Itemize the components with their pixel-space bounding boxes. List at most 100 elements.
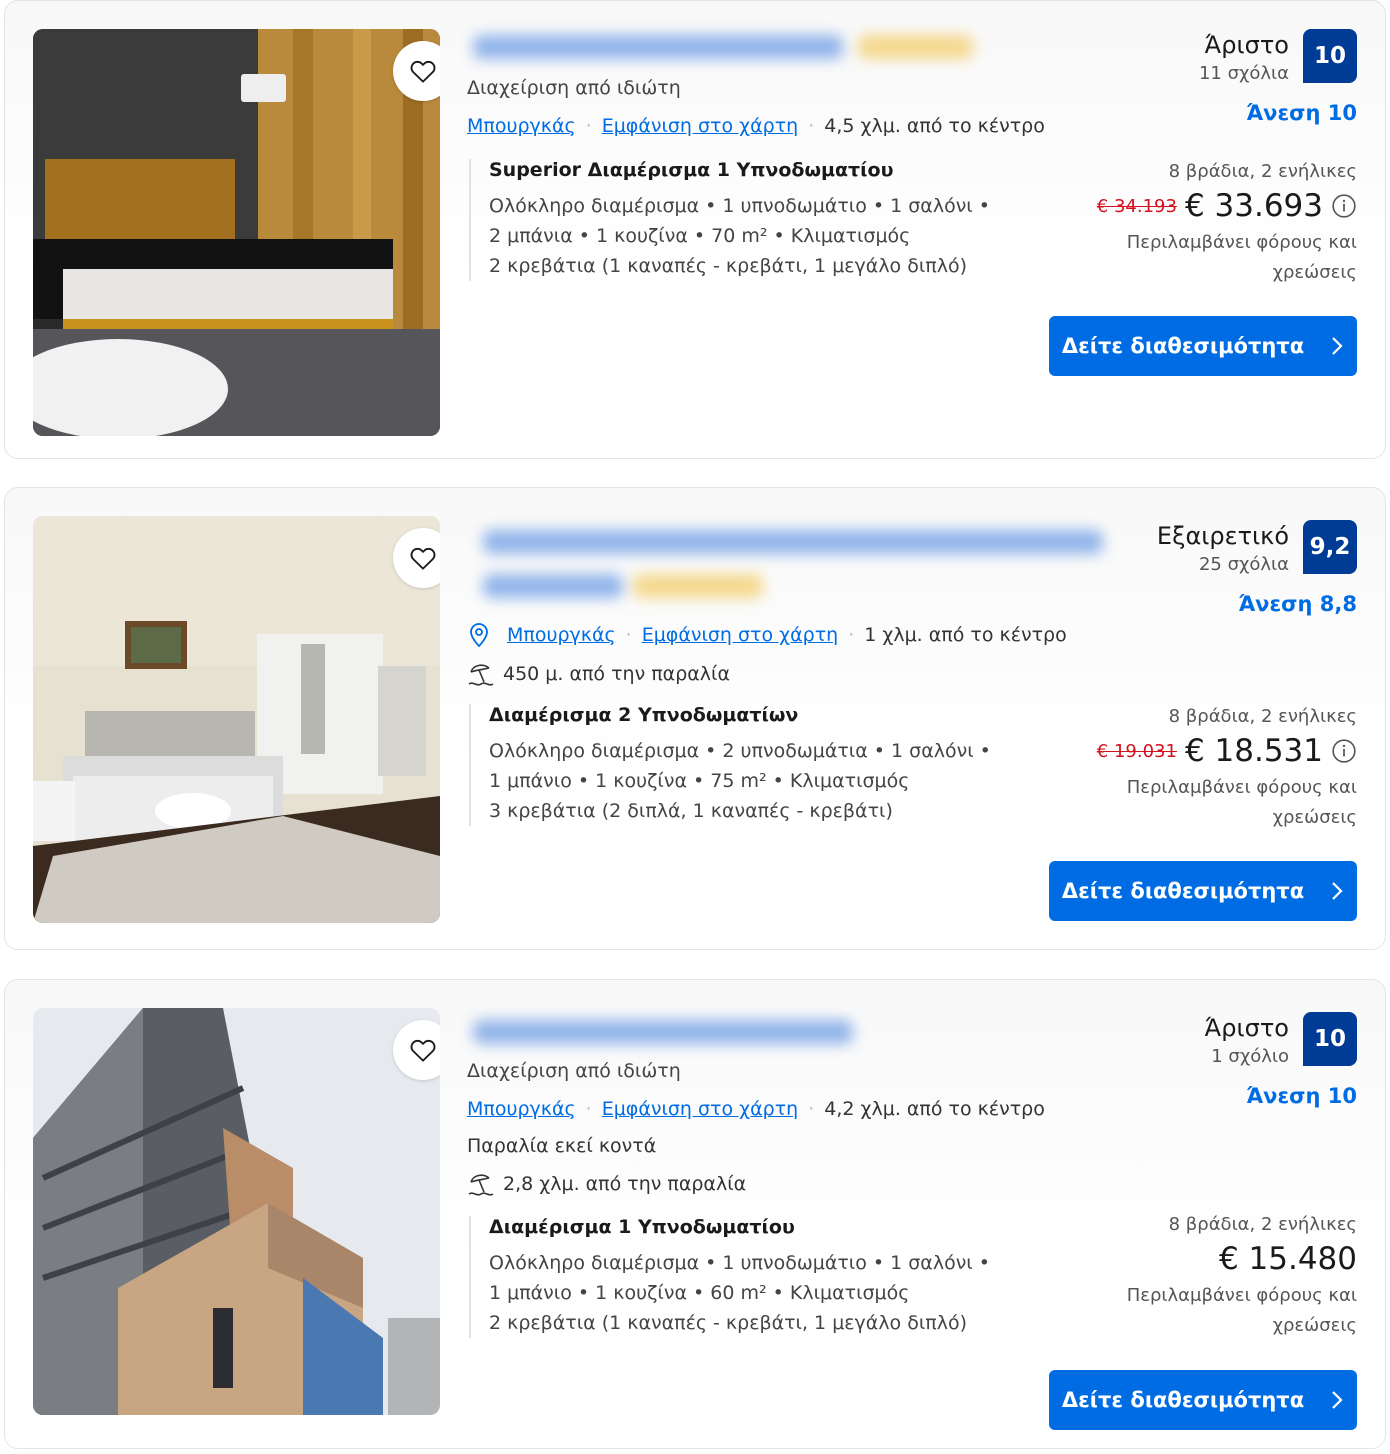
comfort-score: Άνεση 10 [1246, 1084, 1357, 1108]
distance-from-center: 1 χλμ. από το κέντρο [864, 624, 1067, 646]
taxes-note: Περιλαμβάνει φόρους και [1126, 777, 1357, 798]
show-on-map-link[interactable]: Εμφάνιση στο χάρτη [642, 624, 839, 646]
room-beds: 2 κρεβάτια (1 καναπές - κρεβάτι, 1 μεγάλ… [489, 255, 967, 277]
stay-length: 8 βράδια, 2 ενήλικες [1168, 706, 1357, 727]
room-name: Διαμέρισμα 2 Υπνοδωματίων [489, 704, 799, 726]
separator: · [848, 624, 855, 646]
rating-word: Άριστο [1204, 1014, 1289, 1042]
property-card[interactable]: Μπουργκάς · Εμφάνιση στο χάρτη · 1 χλμ. … [4, 487, 1386, 950]
stay-length: 8 βράδια, 2 ενήλικες [1168, 1214, 1357, 1235]
review-score[interactable]: Εξαιρετικό 25 σχόλια 9,2 Άνεση 8,8 [1057, 520, 1357, 620]
rating-word: Άριστο [1204, 31, 1289, 59]
see-availability-label: Δείτε διαθεσιμότητα [1061, 879, 1305, 903]
review-count: 11 σχόλια [1198, 63, 1289, 84]
property-photo[interactable] [33, 29, 440, 436]
taxes-note: χρεώσεις [1272, 807, 1357, 828]
see-availability-label: Δείτε διαθεσιμότητα [1061, 334, 1305, 358]
room-description: 2 μπάνια • 1 κουζίνα • 70 m² • Κλιματισμ… [489, 225, 911, 247]
review-count: 1 σχόλιο [1211, 1046, 1289, 1067]
see-availability-button[interactable]: Δείτε διαθεσιμότητα [1049, 1370, 1357, 1430]
taxes-note: χρεώσεις [1272, 1315, 1357, 1336]
rating-word: Εξαιρετικό [1156, 522, 1289, 550]
see-availability-button[interactable]: Δείτε διαθεσιμότητα [1049, 861, 1357, 921]
separator: · [808, 1098, 815, 1120]
room-description: 1 μπάνιο • 1 κουζίνα • 60 m² • Κλιματισμ… [489, 1282, 910, 1304]
review-count: 25 σχόλια [1198, 554, 1289, 575]
property-photo[interactable] [33, 1008, 440, 1415]
room-description: Ολόκληρο διαμέρισμα • 2 υπνοδωμάτια • 1 … [489, 740, 991, 762]
heart-icon [410, 548, 436, 570]
score-badge: 9,2 [1303, 520, 1357, 574]
current-price: € 33.693 [1184, 188, 1323, 224]
show-on-map-link[interactable]: Εμφάνιση στο χάρτη [602, 115, 799, 137]
beach-icon [468, 1174, 494, 1196]
price-row: € 19.031 € 18.531 [1037, 733, 1357, 769]
taxes-note: Περιλαμβάνει φόρους και [1126, 1285, 1357, 1306]
room-beds: 2 κρεβάτια (1 καναπές - κρεβάτι, 1 μεγάλ… [489, 1312, 967, 1334]
beach-icon [468, 664, 494, 686]
review-score[interactable]: Άριστο 1 σχόλιο 10 Άνεση 10 [1057, 1012, 1357, 1112]
room-details: Διαμέρισμα 2 Υπνοδωματίων Ολόκληρο διαμέ… [469, 704, 991, 826]
property-photo[interactable] [33, 516, 440, 923]
separator: · [808, 115, 815, 137]
original-price: € 34.193 [1096, 195, 1177, 217]
show-on-map-link[interactable]: Εμφάνιση στο χάρτη [602, 1098, 799, 1120]
separator: · [585, 1098, 592, 1120]
room-description: Ολόκληρο διαμέρισμα • 1 υπνοδωμάτιο • 1 … [489, 1252, 990, 1274]
property-title-redacted[interactable] [463, 23, 993, 69]
room-details: Διαμέρισμα 1 Υπνοδωματίου Ολόκληρο διαμέ… [469, 1216, 990, 1338]
room-details: Superior Διαμέρισμα 1 Υπνοδωματίου Ολόκλ… [469, 159, 990, 281]
price-block: 8 βράδια, 2 ενήλικες € 15.480 Περιλαμβάν… [1037, 1214, 1357, 1341]
chevron-right-icon [1332, 882, 1343, 900]
taxes-note: Περιλαμβάνει φόρους και [1126, 232, 1357, 253]
price-row: € 15.480 [1037, 1241, 1357, 1277]
review-score[interactable]: Άριστο 11 σχόλια 10 Άνεση 10 [1057, 29, 1357, 129]
beach-distance-text: 450 μ. από την παραλία [503, 663, 730, 685]
current-price: € 18.531 [1184, 733, 1323, 769]
beach-nearby-label: Παραλία εκεί κοντά [467, 1135, 657, 1157]
heart-icon [410, 1040, 436, 1062]
room-description: 1 μπάνιο • 1 κουζίνα • 75 m² • Κλιματισμ… [489, 770, 910, 792]
original-price: € 19.031 [1096, 740, 1177, 762]
beach-distance: 450 μ. από την παραλία [467, 660, 730, 688]
room-name: Διαμέρισμα 1 Υπνοδωματίου [489, 1216, 795, 1238]
price-row: € 34.193 € 33.693 [1037, 188, 1357, 224]
separator: · [625, 624, 632, 646]
location-link[interactable]: Μπουργκάς [467, 115, 576, 137]
score-badge: 10 [1303, 29, 1357, 83]
distance-from-center: 4,2 χλμ. από το κέντρο [824, 1098, 1045, 1120]
managed-by-label: Διαχείριση από ιδιώτη [467, 1060, 681, 1082]
comfort-score: Άνεση 10 [1246, 101, 1357, 125]
current-price: € 15.480 [1218, 1241, 1357, 1277]
separator: · [585, 115, 592, 137]
see-availability-button[interactable]: Δείτε διαθεσιμότητα [1049, 316, 1357, 376]
room-name: Superior Διαμέρισμα 1 Υπνοδωματίου [489, 159, 894, 181]
location-link[interactable]: Μπουργκάς [467, 1098, 576, 1120]
price-block: 8 βράδια, 2 ενήλικες € 34.193 € 33.693 Π… [1037, 161, 1357, 288]
heart-icon [410, 61, 436, 83]
property-title-redacted[interactable] [463, 1008, 873, 1054]
info-icon[interactable] [1331, 738, 1357, 764]
score-badge: 10 [1303, 1012, 1357, 1066]
see-availability-label: Δείτε διαθεσιμότητα [1061, 1388, 1305, 1412]
location-row: Μπουργκάς · Εμφάνιση στο χάρτη · 4,2 χλμ… [467, 1098, 1045, 1120]
managed-by-label: Διαχείριση από ιδιώτη [467, 77, 681, 99]
property-card[interactable]: Διαχείριση από ιδιώτη Μπουργκάς · Εμφάνι… [4, 0, 1386, 459]
price-block: 8 βράδια, 2 ενήλικες € 19.031 € 18.531 Π… [1037, 706, 1357, 833]
stay-length: 8 βράδια, 2 ενήλικες [1168, 161, 1357, 182]
location-row: Μπουργκάς · Εμφάνιση στο χάρτη · 1 χλμ. … [467, 622, 1067, 648]
property-title-redacted[interactable] [463, 518, 1123, 608]
taxes-note: χρεώσεις [1272, 262, 1357, 283]
comfort-score: Άνεση 8,8 [1238, 592, 1357, 616]
chevron-right-icon [1332, 337, 1343, 355]
beach-distance-text: 2,8 χλμ. από την παραλία [503, 1173, 747, 1195]
chevron-right-icon [1332, 1391, 1343, 1409]
room-description: Ολόκληρο διαμέρισμα • 1 υπνοδωμάτιο • 1 … [489, 195, 990, 217]
room-beds: 3 κρεβάτια (2 διπλά, 1 καναπές - κρεβάτι… [489, 800, 893, 822]
property-card[interactable]: Διαχείριση από ιδιώτη Μπουργκάς · Εμφάνι… [4, 979, 1386, 1449]
distance-from-center: 4,5 χλμ. από το κέντρο [824, 115, 1045, 137]
location-link[interactable]: Μπουργκάς [507, 624, 616, 646]
beach-distance: 2,8 χλμ. από την παραλία [467, 1170, 746, 1198]
map-pin-icon [470, 623, 488, 648]
info-icon[interactable] [1331, 193, 1357, 219]
